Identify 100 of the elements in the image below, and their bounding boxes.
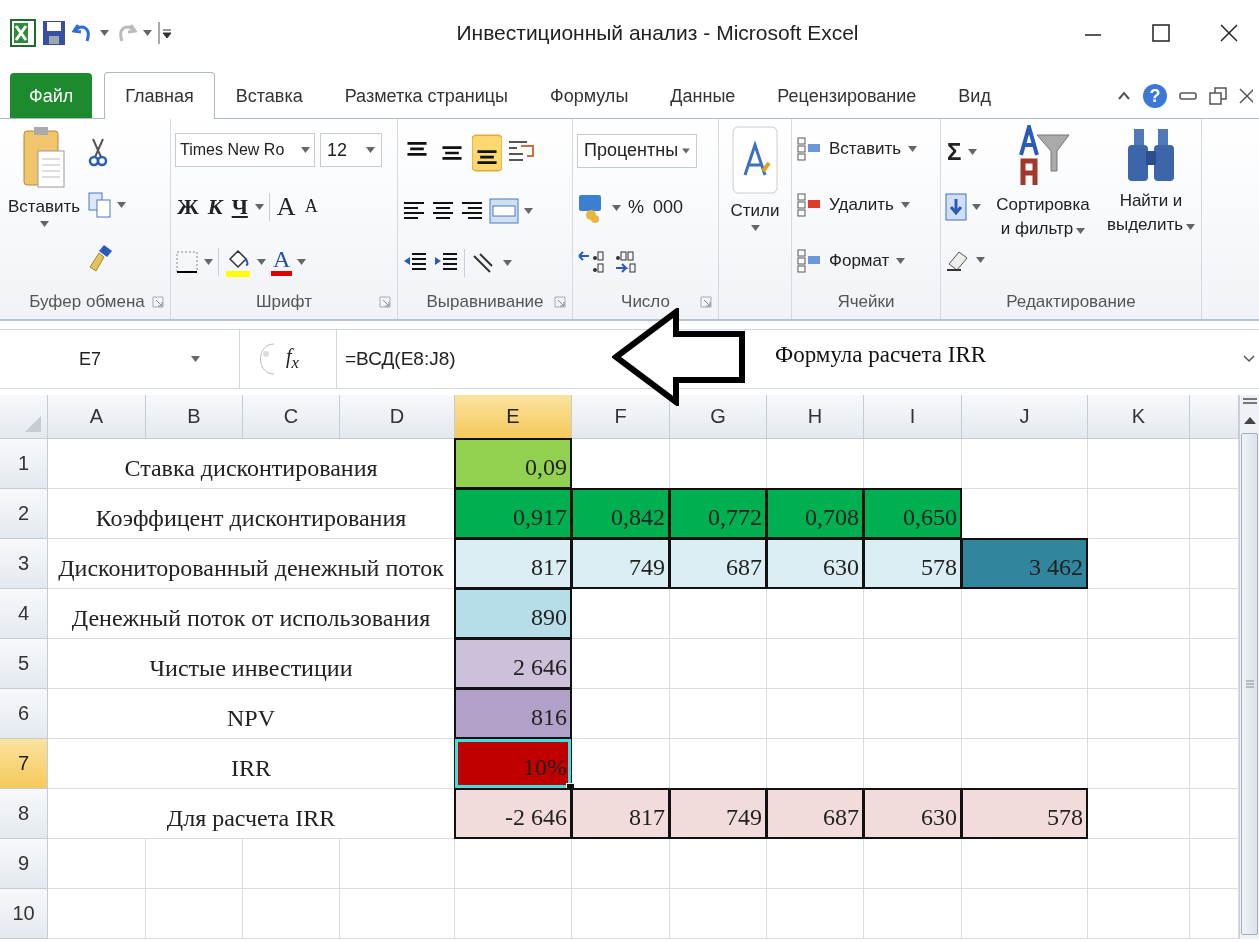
column-header[interactable]: E [455,395,572,439]
ribbon-tab[interactable]: Разметка страницы [323,73,529,118]
bold-button[interactable]: Ж [175,194,201,220]
row-header[interactable]: 7 [0,739,48,789]
font-color-button[interactable]: A [271,247,293,277]
insert-function-button[interactable]: f$_{x}$ [286,345,326,373]
save-icon[interactable] [42,20,66,46]
help-button[interactable]: ? [1143,84,1167,108]
row-header[interactable]: 6 [0,689,48,739]
caret-icon[interactable] [612,205,621,211]
ribbon-tab[interactable]: Главная [104,72,215,119]
scrollbar-thumb[interactable] [1241,433,1258,935]
caret-icon[interactable] [682,147,690,154]
caret-icon[interactable] [297,258,307,265]
file-tab[interactable]: Файл [10,73,93,118]
row-header[interactable]: 4 [0,589,48,639]
cells-command-button[interactable]: Удалить [827,195,896,215]
split-handle-icon[interactable] [1241,397,1258,407]
caret-icon[interactable] [1076,228,1086,234]
caret-icon[interactable] [191,356,200,362]
cells-command-icon[interactable] [796,248,822,274]
align-right-icon[interactable] [460,200,484,222]
align-center-icon[interactable] [431,200,455,222]
shrink-font-button[interactable]: A [302,196,320,218]
caret-icon[interactable] [976,256,985,263]
autosum-button[interactable]: Σ [945,138,964,167]
column-header[interactable]: H [767,395,864,439]
styles-icon[interactable] [731,125,779,197]
column-header[interactable]: K [1088,395,1190,439]
font-name-dropdown[interactable]: Times New Ro [175,133,315,168]
paste-button[interactable]: Вставить [8,197,81,217]
caret-icon[interactable] [100,30,109,36]
underline-button[interactable]: Ч [229,194,250,220]
caret-icon[interactable] [143,30,152,36]
cells-command-icon[interactable] [796,192,822,218]
caret-icon[interactable] [900,202,910,208]
caret-icon[interactable] [204,258,213,265]
row-header[interactable]: 2 [0,489,48,539]
row-header[interactable]: 1 [0,439,48,489]
scroll-up-icon[interactable] [1242,415,1257,425]
row-header[interactable]: 3 [0,539,48,589]
caret-icon[interactable] [257,258,266,265]
caret-icon[interactable] [1186,224,1196,230]
minimize-icon[interactable] [1179,90,1197,102]
font-size-dropdown[interactable]: 12 [320,133,382,168]
close-icon[interactable] [1239,87,1253,105]
caret-icon[interactable] [524,208,533,214]
cells-command-icon[interactable] [796,136,822,162]
caret-icon[interactable] [972,204,981,210]
column-header[interactable]: C [243,395,340,439]
column-header[interactable]: F [572,395,670,439]
cells-command-button[interactable]: Формат [827,251,892,271]
name-box[interactable]: E7 [0,330,240,388]
scissors-icon[interactable] [88,137,109,168]
fill-down-icon[interactable] [945,193,967,221]
format-painter-icon[interactable] [88,242,115,273]
column-header[interactable]: B [146,395,243,439]
expand-formula-icon[interactable] [1243,354,1255,364]
caret-icon[interactable] [503,259,512,266]
caret-icon[interactable] [366,147,375,154]
column-header[interactable]: G [670,395,767,439]
customize-toolbar-icon[interactable] [158,22,172,44]
ribbon-tab[interactable]: Формулы [529,73,650,118]
ribbon-tab[interactable]: Данные [649,73,757,118]
row-header[interactable]: 5 [0,639,48,689]
row-header[interactable]: 9 [0,839,48,889]
thousands-button[interactable]: 000 [651,197,686,219]
close-icon[interactable] [1219,23,1239,43]
caret-icon[interactable] [301,147,310,154]
vertical-align-icon[interactable] [472,133,502,174]
caret-icon[interactable] [254,204,264,210]
ribbon-tab[interactable]: Рецензирование [756,73,938,118]
merge-cells-icon[interactable] [489,198,519,224]
align-left-icon[interactable] [402,200,426,222]
find-select-button[interactable]: Найти и выделить [1101,189,1201,237]
ribbon-tab[interactable]: Вставка [214,73,324,118]
column-header[interactable]: I [864,395,962,439]
styles-button[interactable]: Стили [730,201,780,221]
maximize-icon[interactable] [1151,23,1171,43]
grow-font-button[interactable]: A [274,192,298,222]
dialog-launcher-icon[interactable] [152,296,164,308]
column-header[interactable]: A [48,395,146,439]
dialog-launcher-icon[interactable] [379,296,391,308]
borders-icon[interactable] [175,249,199,274]
dialog-launcher-icon[interactable] [554,296,566,308]
caret-icon[interactable] [750,225,760,231]
caret-icon[interactable] [117,202,127,208]
row-header[interactable]: 10 [0,889,48,939]
caret-icon[interactable] [968,149,978,156]
caret-icon[interactable] [39,221,49,227]
restore-icon[interactable] [1209,87,1227,105]
column-header[interactable]: D [340,395,455,439]
dialog-launcher-icon[interactable] [700,296,712,308]
percent-button[interactable]: % [626,197,646,219]
row-header[interactable]: 8 [0,789,48,839]
number-format-dropdown[interactable]: Процентны [577,133,697,168]
column-header[interactable]: J [962,395,1088,439]
app-icon[interactable] [10,19,36,47]
ribbon-tab[interactable]: Вид [937,73,1012,118]
sort-filter-button[interactable]: Сортировка и фильтр [993,193,1093,241]
